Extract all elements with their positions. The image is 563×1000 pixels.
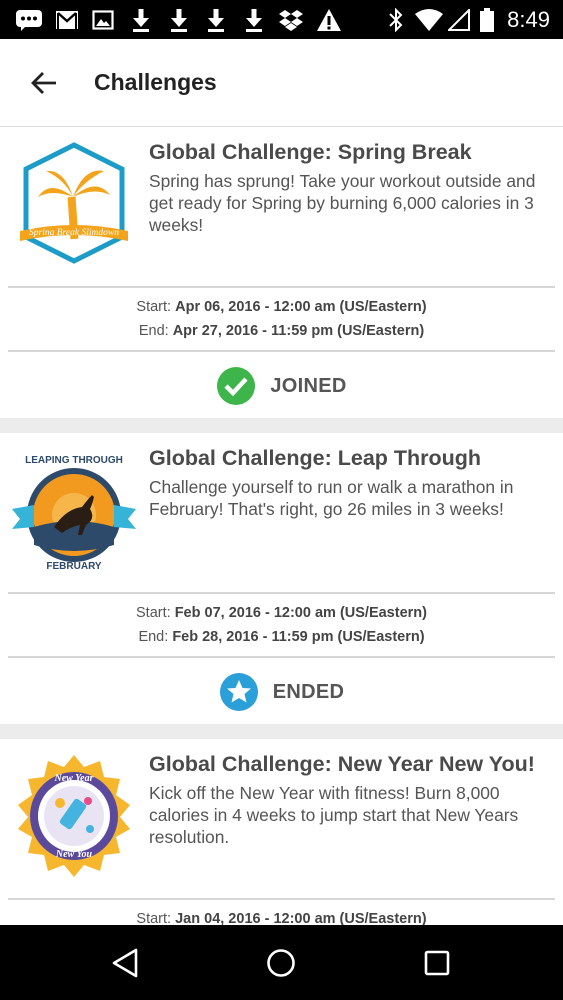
signal-icon <box>447 8 471 32</box>
chat-icon <box>14 8 44 32</box>
download-icon <box>243 8 265 32</box>
svg-text:LEAPING THROUGH: LEAPING THROUGH <box>25 455 123 466</box>
arrow-back-icon <box>31 72 56 94</box>
challenge-title: Global Challenge: Spring Break <box>149 140 472 164</box>
end-label: End: <box>138 323 169 339</box>
svg-text:Spring Break Slimdown: Spring Break Slimdown <box>29 228 119 238</box>
challenge-card[interactable]: LEAPING THROUGH FEBRUARY Global Challeng… <box>0 433 563 724</box>
challenge-status: ENDED <box>0 659 563 725</box>
navigation-bar <box>0 925 563 1000</box>
bluetooth-icon <box>386 8 406 32</box>
challenge-card[interactable]: New Year New You Global Challenge: New Y… <box>0 739 563 925</box>
challenge-title: Global Challenge: New Year New You! <box>149 752 535 776</box>
svg-text:New You: New You <box>55 849 93 860</box>
divider <box>8 592 555 594</box>
image-icon <box>91 8 115 32</box>
nav-back-button[interactable] <box>99 937 151 989</box>
new-year-new-you-badge-icon: New Year New You <box>18 755 130 877</box>
challenge-card[interactable]: Spring Break Slimdown Global Challenge: … <box>0 127 563 418</box>
status-time: 8:49 <box>507 7 550 32</box>
svg-text:FEBRUARY: FEBRUARY <box>46 561 102 572</box>
challenge-dates: Start: Jan 04, 2016 - 12:00 am (US/Easte… <box>0 907 563 925</box>
end-date: Apr 27, 2016 - 11:59 pm (US/Eastern) <box>172 323 425 339</box>
challenge-description: Spring has sprung! Take your workout out… <box>149 171 536 235</box>
end-label: End: <box>138 629 169 645</box>
battery-icon <box>479 8 495 32</box>
start-date: Feb 07, 2016 - 12:00 am (US/Eastern) <box>174 605 427 621</box>
spring-break-badge-icon: Spring Break Slimdown <box>20 142 128 264</box>
nav-home-button[interactable] <box>255 937 307 989</box>
challenge-description: Challenge yourself to run or walk a mara… <box>149 477 514 519</box>
challenge-title: Global Challenge: Leap Through <box>149 446 482 470</box>
download-icon <box>205 8 227 32</box>
challenge-description: Kick off the New Year with fitness! Burn… <box>149 783 519 847</box>
nav-recents-button[interactable] <box>411 937 463 989</box>
back-button[interactable] <box>22 61 66 105</box>
challenge-status: JOINED <box>0 353 563 419</box>
start-label: Start: <box>136 911 172 925</box>
home-circle-icon <box>267 949 295 977</box>
end-date: Feb 28, 2016 - 11:59 pm (US/Eastern) <box>172 629 425 645</box>
check-circle-icon <box>217 367 256 405</box>
status-bar: 8:49 <box>0 0 563 39</box>
start-label: Start: <box>136 605 171 621</box>
star-circle-icon <box>219 673 258 711</box>
start-date: Jan 04, 2016 - 12:00 am (US/Eastern) <box>175 911 427 925</box>
svg-text:New Year: New Year <box>54 773 94 784</box>
warning-icon <box>316 8 342 32</box>
divider <box>8 656 555 658</box>
back-triangle-icon <box>112 948 138 978</box>
divider <box>8 350 555 352</box>
divider <box>8 898 555 900</box>
gmail-icon <box>54 8 80 32</box>
divider <box>8 286 555 288</box>
status-label: JOINED <box>270 374 347 397</box>
page-title: Challenges <box>94 69 217 95</box>
leaping-through-february-badge-icon: LEAPING THROUGH FEBRUARY <box>12 451 136 572</box>
wifi-icon <box>414 8 444 32</box>
dropbox-icon <box>278 8 304 32</box>
recents-square-icon <box>424 950 450 976</box>
status-label: ENDED <box>272 680 345 703</box>
download-icon <box>130 8 152 32</box>
start-date: Apr 06, 2016 - 12:00 am (US/Eastern) <box>175 299 427 315</box>
app-bar: Challenges <box>0 39 563 127</box>
challenge-dates: Start: Apr 06, 2016 - 12:00 am (US/Easte… <box>0 295 563 343</box>
challenge-dates: Start: Feb 07, 2016 - 12:00 am (US/Easte… <box>0 601 563 649</box>
download-icon <box>168 8 190 32</box>
start-label: Start: <box>136 299 172 315</box>
challenge-list[interactable]: Spring Break Slimdown Global Challenge: … <box>0 127 563 925</box>
